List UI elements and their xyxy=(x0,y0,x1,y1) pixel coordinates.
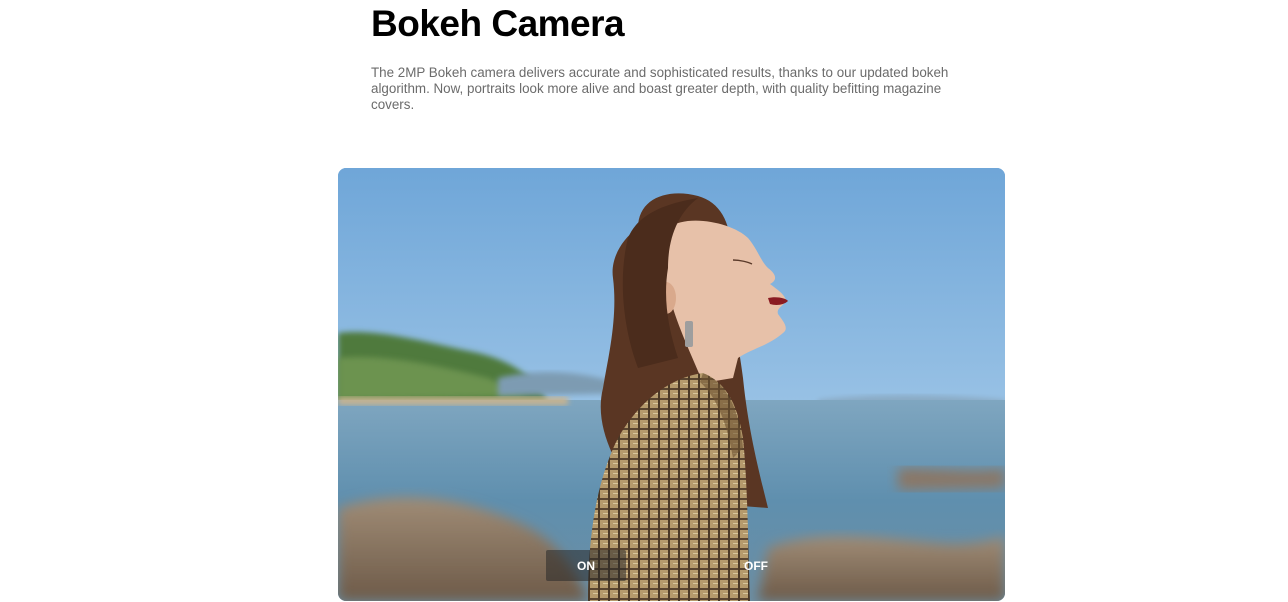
bokeh-camera-section: Bokeh Camera The 2MP Bokeh camera delive… xyxy=(0,0,1288,602)
portrait-beach-image xyxy=(338,168,1005,601)
section-description: The 2MP Bokeh camera delivers accurate a… xyxy=(371,65,949,112)
bokeh-sample-photo xyxy=(338,168,1005,601)
bokeh-on-button[interactable]: ON xyxy=(546,550,626,581)
section-title: Bokeh Camera xyxy=(371,3,625,44)
bokeh-off-button[interactable]: OFF xyxy=(716,550,796,581)
bokeh-toggle: ON OFF xyxy=(546,550,798,581)
